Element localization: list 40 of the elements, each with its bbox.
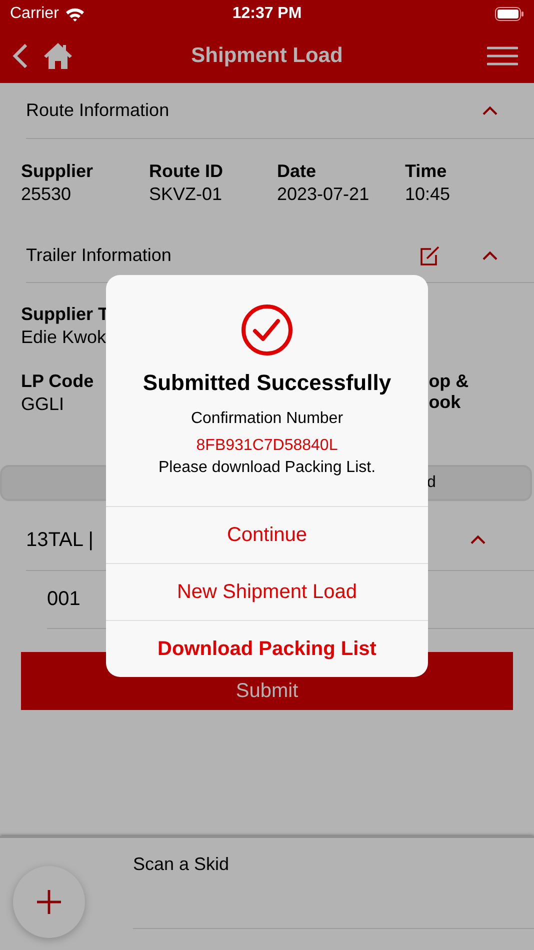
- section-title: 13TAL |: [26, 528, 94, 552]
- field-value: GGLI: [21, 394, 66, 415]
- dialog-title: Submitted Successfully: [142, 370, 392, 396]
- field-label: Supplier: [21, 161, 94, 182]
- field-label: Time: [405, 161, 448, 182]
- field-label: Date: [277, 161, 318, 182]
- dialog-action-button[interactable]: Continue: [106, 506, 428, 563]
- field-value: 10:45: [405, 184, 452, 205]
- segment-label[interactable]: d: [427, 474, 436, 492]
- field-label: Route ID: [149, 161, 224, 182]
- scan-label: Scan a Skid: [133, 854, 230, 875]
- dialog-message: Please download Packing List.: [158, 459, 376, 477]
- plus-icon: [37, 890, 61, 914]
- home-icon[interactable]: [43, 42, 73, 70]
- section-title: Trailer Information: [26, 245, 172, 266]
- confirmation-label: Confirmation Number: [190, 410, 344, 428]
- dialog-action-button[interactable]: New Shipment Load: [106, 563, 428, 620]
- chevron-icon[interactable]: [480, 104, 500, 118]
- section-title: Route Information: [26, 100, 170, 121]
- confirmation-number: 8FB931C7D58840L: [196, 437, 338, 455]
- status-time: 12:37 PM: [232, 5, 302, 22]
- field-label: LP Code: [21, 371, 94, 392]
- add-button[interactable]: [13, 866, 85, 938]
- back-icon[interactable]: [12, 42, 29, 68]
- field-value: Edie Kwok: [21, 327, 108, 348]
- menu-icon[interactable]: [487, 46, 518, 66]
- check-circle-icon: [241, 304, 293, 356]
- wifi-icon: [64, 6, 85, 22]
- chevron-icon[interactable]: [468, 533, 488, 547]
- field-label: op & ook: [428, 371, 469, 413]
- chevron-icon[interactable]: [480, 248, 500, 262]
- battery-icon: [495, 7, 524, 21]
- field-value: SKVZ-01: [149, 184, 224, 205]
- dialog-action-button[interactable]: Download Packing List: [106, 620, 428, 677]
- screen-title: Shipment Load: [191, 44, 343, 66]
- edit-icon[interactable]: [419, 246, 440, 266]
- field-value: 2023-07-21: [277, 184, 370, 205]
- carrier-label: Carrier: [10, 5, 59, 23]
- field-value: 25530: [21, 184, 72, 205]
- skid-number: 001: [47, 588, 80, 611]
